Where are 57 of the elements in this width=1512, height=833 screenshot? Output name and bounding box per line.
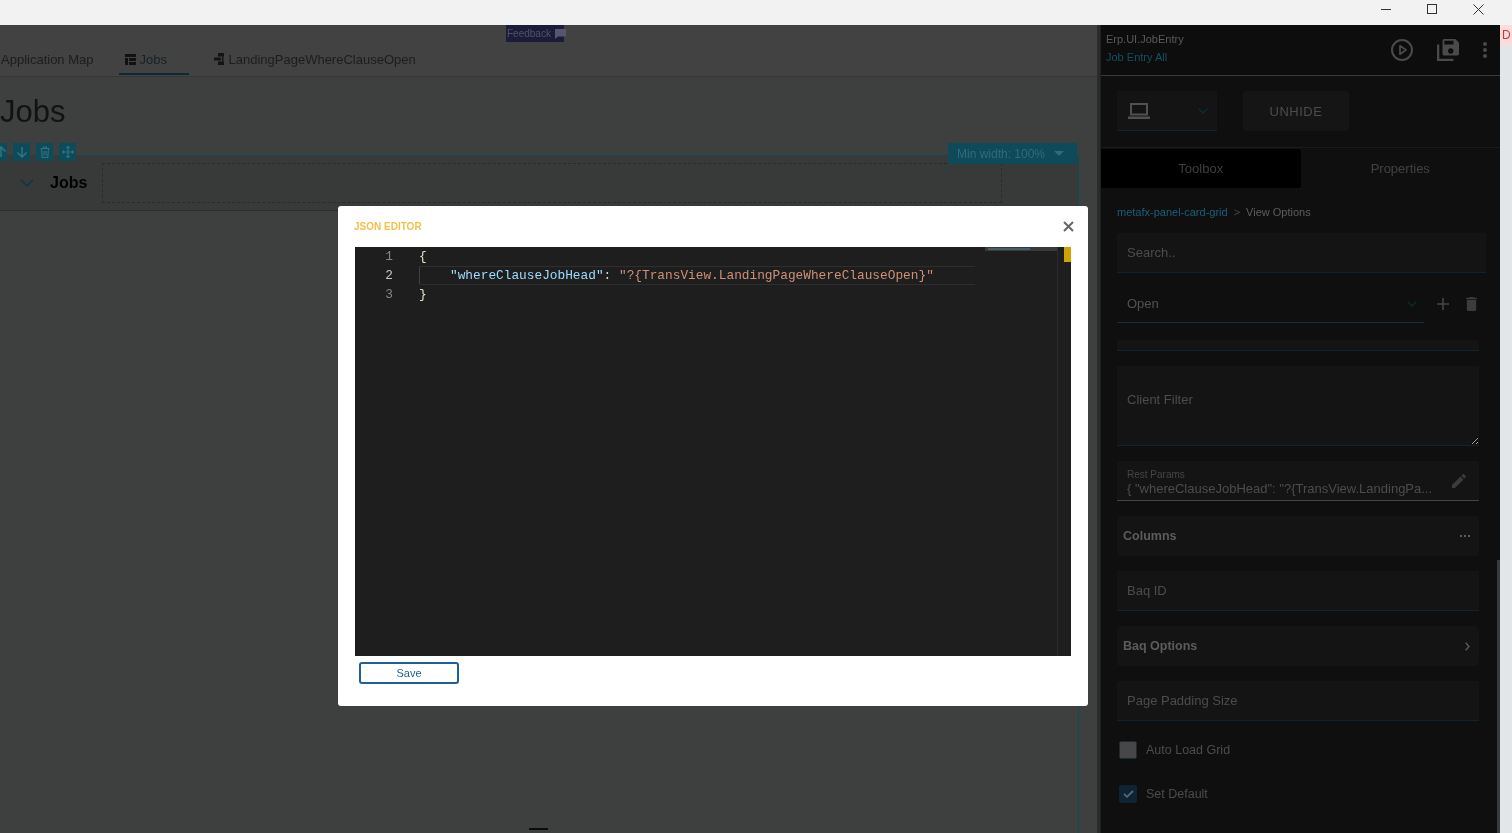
- scrollbar-track[interactable]: [1057, 247, 1071, 656]
- close-icon[interactable]: [1063, 221, 1074, 232]
- search-field[interactable]: Search..: [1117, 233, 1486, 273]
- chevron-down-icon: [1198, 107, 1208, 114]
- save-icon[interactable]: [1437, 39, 1459, 61]
- breadcrumb-current: View Options: [1246, 205, 1311, 219]
- dialog-title: JSON EDITOR: [354, 221, 422, 232]
- edge-label: D: [1500, 25, 1512, 45]
- checkbox[interactable]: [1119, 785, 1137, 803]
- code-editor[interactable]: 1 2 3 { "whereClauseJobHead": "?{TransView.LandingPageWhereClauseOpen}" }: [355, 247, 1071, 656]
- nav-row[interactable]: Baq Options: [1117, 626, 1479, 666]
- trash-icon[interactable]: [1465, 297, 1477, 311]
- breadcrumb-link[interactable]: metafx-panel-card-grid: [1117, 205, 1228, 219]
- panel-tab[interactable]: Toolbox: [1101, 149, 1301, 188]
- input-field[interactable]: Baq ID: [1117, 571, 1479, 611]
- table-icon: [124, 53, 136, 65]
- input-field[interactable]: Page Padding Size: [1117, 681, 1479, 721]
- chat-icon: [554, 28, 566, 39]
- app-id: Erp.UI.JobEntry: [1106, 32, 1184, 47]
- minimap-drawing: [985, 247, 1057, 251]
- blocks-icon: [213, 53, 225, 65]
- laptop-icon: [1128, 102, 1150, 119]
- ruler-marker: [1064, 247, 1071, 262]
- resize-handle[interactable]: [529, 828, 548, 830]
- breadcrumb-separator: >: [1233, 205, 1241, 219]
- line-number: 2: [385, 267, 393, 285]
- more-icon[interactable]: [1483, 42, 1487, 58]
- line-number: 1: [385, 248, 393, 266]
- move-icon[interactable]: [59, 143, 76, 161]
- trash-icon[interactable]: [36, 143, 53, 161]
- check-icon: [1122, 790, 1134, 798]
- select-value: Open: [1127, 296, 1159, 311]
- plus-icon[interactable]: [1437, 298, 1449, 310]
- checkbox-label: Auto Load Grid: [1146, 743, 1231, 757]
- group-row[interactable]: Columns: [1117, 516, 1479, 556]
- field-value: { "whereClauseJobHead": "?{TransView.LandingPa...: [1127, 481, 1433, 497]
- code-line: "whereClauseJobHead": "?{TransView.LandingPageWhereClauseOpen}": [419, 266, 975, 285]
- arrow-down-icon[interactable]: [13, 143, 30, 161]
- arrow-up-icon[interactable]: [0, 143, 7, 161]
- view-select[interactable]: Open: [1117, 285, 1424, 323]
- checkbox-label: Set Default: [1146, 787, 1208, 801]
- chevron-down-icon: [1407, 300, 1417, 307]
- device-select[interactable]: [1117, 91, 1217, 131]
- code-line: {: [419, 248, 428, 266]
- input-field[interactable]: [1117, 340, 1479, 351]
- pencil-icon[interactable]: [1452, 474, 1466, 488]
- chevron-down-icon[interactable]: [20, 179, 34, 187]
- play-icon[interactable]: [1391, 39, 1413, 61]
- chevron-right-icon: [1465, 641, 1470, 651]
- card-title: Jobs: [50, 174, 88, 192]
- scrollbar-thumb[interactable]: [1497, 560, 1500, 833]
- checkbox[interactable]: [1119, 741, 1137, 759]
- textarea-field[interactable]: Client Filter: [1117, 366, 1479, 446]
- code-line: }: [419, 286, 428, 304]
- save-button[interactable]: Save: [359, 662, 459, 684]
- layer-link[interactable]: Job Entry All: [1106, 48, 1184, 66]
- line-number: 3: [385, 286, 393, 304]
